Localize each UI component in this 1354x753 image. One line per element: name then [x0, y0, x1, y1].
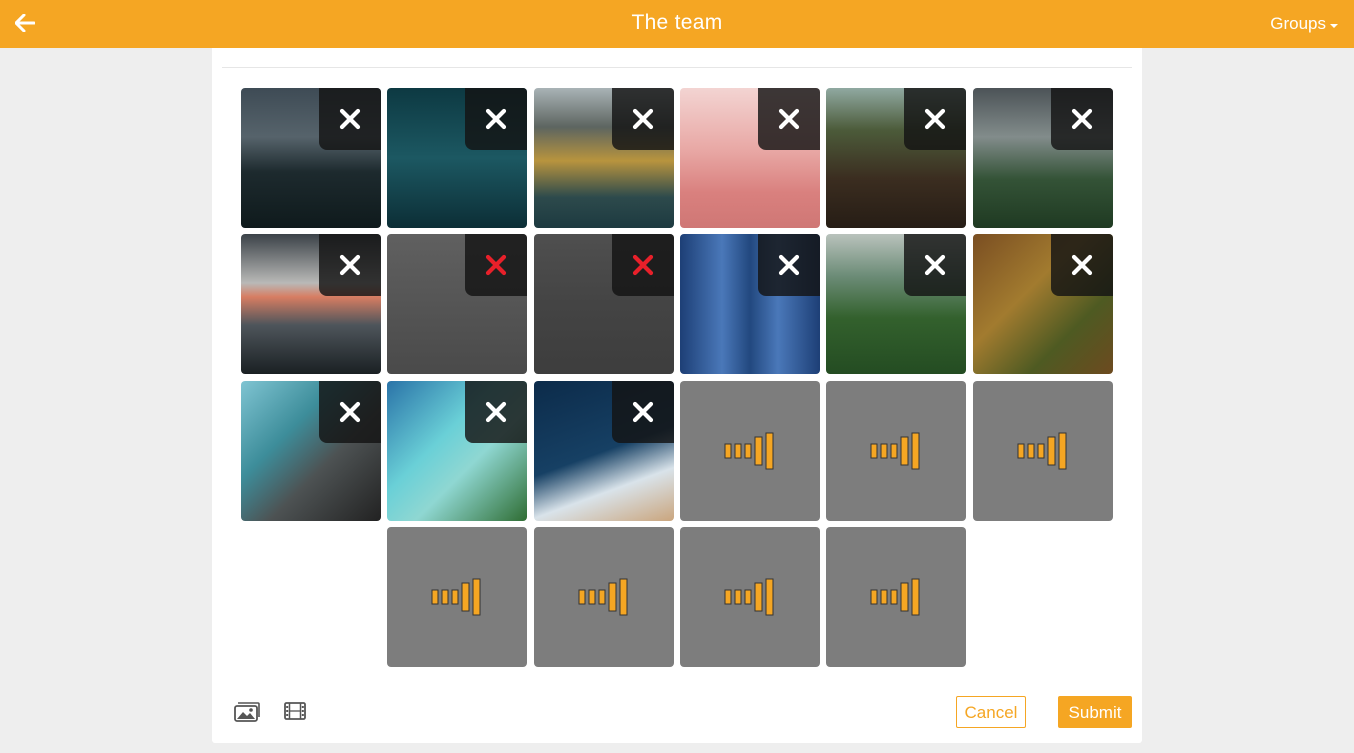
loading-bars-icon	[431, 578, 481, 616]
close-icon	[778, 108, 799, 130]
photo-tile	[533, 88, 674, 228]
uploading-tile	[679, 380, 820, 521]
add-video-button[interactable]	[281, 699, 309, 723]
photo-tile	[679, 234, 820, 375]
close-icon	[486, 401, 507, 422]
media-grid	[212, 48, 1142, 688]
photo-tile	[826, 234, 967, 375]
photo-tile	[972, 234, 1113, 375]
photo-tile	[387, 380, 528, 521]
photo-tile	[533, 380, 674, 521]
remove-photo-button[interactable]	[465, 88, 528, 150]
loading-bars-icon	[578, 578, 628, 616]
remove-photo-button[interactable]	[757, 234, 820, 297]
uploading-tile	[826, 380, 967, 521]
photo-tile	[972, 88, 1113, 228]
remove-photo-button[interactable]	[319, 234, 381, 297]
close-icon	[1071, 255, 1092, 276]
close-icon	[486, 108, 507, 130]
photo-tile	[533, 234, 674, 375]
photo-tile	[826, 88, 967, 228]
loading-bars-icon	[870, 578, 920, 616]
loading-bars-icon	[870, 432, 920, 470]
remove-photo-button[interactable]	[319, 380, 381, 443]
close-icon	[632, 108, 653, 130]
add-photos-button[interactable]	[233, 699, 261, 723]
groups-label: Groups	[1270, 14, 1326, 33]
uploading-tile	[826, 526, 967, 667]
upload-panel: Cancel Submit	[212, 48, 1142, 743]
remove-photo-button[interactable]	[904, 88, 967, 150]
close-icon	[339, 108, 361, 130]
remove-photo-button[interactable]	[465, 234, 528, 297]
close-icon	[339, 401, 361, 422]
page-title: The team	[631, 11, 723, 34]
uploading-tile	[972, 380, 1113, 521]
close-icon	[778, 255, 799, 276]
close-icon	[632, 401, 653, 422]
cancel-button[interactable]: Cancel	[956, 696, 1026, 728]
remove-photo-button[interactable]	[611, 88, 674, 150]
close-icon	[925, 255, 946, 276]
top-bar: The team Groups	[0, 0, 1354, 48]
uploading-tile	[387, 526, 528, 667]
remove-photo-button[interactable]	[611, 380, 674, 443]
remove-photo-button[interactable]	[757, 88, 820, 150]
loading-bars-icon	[724, 432, 774, 470]
remove-photo-button[interactable]	[1050, 234, 1113, 297]
close-icon	[925, 108, 946, 130]
remove-photo-button[interactable]	[904, 234, 967, 297]
photo-tile	[241, 234, 381, 375]
photo-tile	[387, 234, 528, 375]
remove-photo-button[interactable]	[611, 234, 674, 297]
loading-bars-icon	[724, 578, 774, 616]
remove-photo-button[interactable]	[319, 88, 381, 150]
photo-tile	[241, 380, 381, 521]
close-icon	[339, 255, 361, 276]
photo-tile	[387, 88, 528, 228]
uploading-tile	[533, 526, 674, 667]
submit-button[interactable]: Submit	[1058, 696, 1132, 728]
photo-tile	[679, 88, 820, 228]
caret-down-icon	[1330, 23, 1338, 28]
groups-dropdown[interactable]: Groups	[1270, 0, 1338, 48]
remove-photo-button[interactable]	[465, 380, 528, 443]
close-icon	[632, 255, 653, 276]
uploading-tile	[679, 526, 820, 667]
film-strip-icon	[284, 702, 306, 720]
photo-tile	[241, 88, 381, 228]
photo-gallery-icon	[234, 702, 260, 722]
remove-photo-button[interactable]	[1050, 88, 1113, 150]
close-icon	[1071, 108, 1092, 130]
loading-bars-icon	[1017, 432, 1066, 470]
close-icon	[486, 255, 507, 276]
